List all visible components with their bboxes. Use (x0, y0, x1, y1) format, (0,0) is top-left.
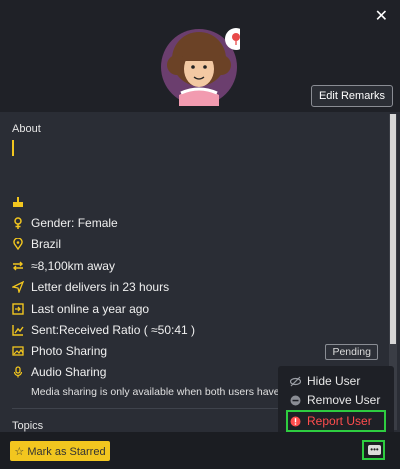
female-icon (12, 217, 24, 229)
more-options-button[interactable]: ••• (368, 445, 381, 455)
photo-sharing-text: Photo Sharing (31, 344, 108, 358)
paper-plane-icon (12, 281, 24, 293)
close-button[interactable]: ✕ (375, 6, 388, 26)
location-pin-icon (12, 238, 24, 250)
photo-sharing-status-badge[interactable]: Pending (325, 344, 378, 360)
microphone-icon (12, 366, 24, 378)
menu-item-remove-user[interactable]: Remove User (290, 391, 380, 409)
distance-text: ≈8,100km away (31, 259, 115, 273)
topics-label: Topics (12, 420, 44, 432)
gender-row: Gender: Female (12, 213, 118, 233)
menu-item-hide-user[interactable]: Hide User (290, 372, 360, 390)
about-text-cursor[interactable] (12, 140, 14, 156)
user-actions-menu: Hide User Remove User Report User (278, 366, 394, 436)
chart-line-icon (12, 324, 24, 336)
media-sharing-note: Media sharing is only available when bot… (31, 386, 305, 398)
flag-icon (12, 196, 24, 208)
report-user-label: Report User (307, 414, 372, 428)
edit-remarks-button[interactable]: Edit Remarks (310, 85, 393, 107)
arrows-swap-icon (12, 260, 24, 272)
scrollbar-thumb[interactable] (390, 114, 396, 344)
about-label: About (12, 123, 41, 135)
more-options-highlight: ••• (362, 440, 385, 460)
country-text: Brazil (31, 237, 62, 251)
ratio-text: Sent:Received Ratio ( ≈50:41 ) (31, 323, 196, 337)
menu-item-report-user[interactable]: Report User (290, 412, 372, 430)
image-icon (12, 345, 24, 357)
login-icon (12, 303, 24, 315)
hide-user-label: Hide User (307, 374, 361, 388)
badge-row (12, 192, 31, 212)
gender-text: Gender: Female (31, 216, 118, 230)
country-row: Brazil (12, 234, 61, 254)
last-online-row: Last online a year ago (12, 299, 149, 319)
distance-row: ≈8,100km away (12, 256, 115, 276)
remove-user-label: Remove User (307, 393, 381, 407)
alert-circle-icon (290, 416, 301, 427)
ratio-row: Sent:Received Ratio ( ≈50:41 ) (12, 320, 195, 340)
photo-sharing-row: Photo Sharing (12, 341, 107, 361)
profile-footer: ☆ Mark as Starred ••• (0, 432, 400, 469)
eye-slash-icon (290, 376, 301, 387)
avatar (159, 25, 247, 106)
profile-header: ✕ Edit Remarks (0, 0, 400, 112)
last-online-text: Last online a year ago (31, 302, 150, 316)
delivery-row: Letter delivers in 23 hours (12, 277, 169, 297)
audio-sharing-text: Audio Sharing (31, 365, 107, 379)
minus-circle-icon (290, 395, 301, 406)
delivery-text: Letter delivers in 23 hours (31, 280, 170, 294)
audio-sharing-row: Audio Sharing (12, 362, 106, 382)
mark-as-starred-button[interactable]: ☆ Mark as Starred (10, 441, 110, 461)
